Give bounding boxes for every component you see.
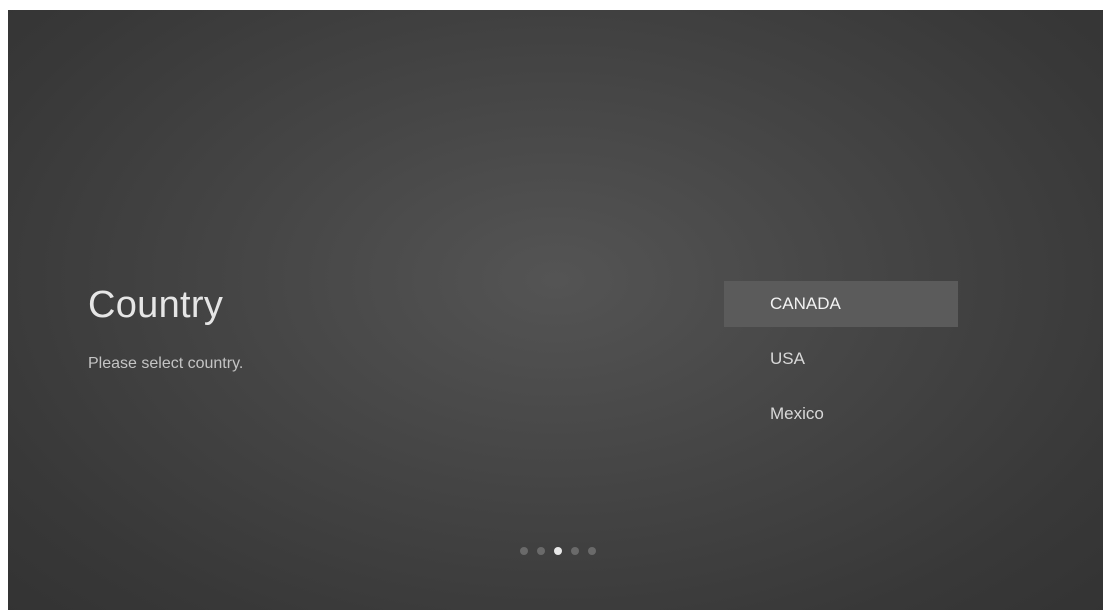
- page-title: Country: [88, 284, 224, 326]
- country-option-canada[interactable]: CANADA: [724, 281, 958, 327]
- step-dot-1: [520, 547, 528, 555]
- step-indicator: [520, 546, 596, 556]
- country-list: CANADA USA Mexico: [724, 281, 958, 446]
- country-option-mexico[interactable]: Mexico: [724, 391, 958, 437]
- page-subtitle: Please select country.: [88, 355, 244, 372]
- tv-setup-screen: Country Please select country. CANADA US…: [8, 10, 1103, 610]
- step-dot-5: [588, 547, 596, 555]
- step-dot-2: [537, 547, 545, 555]
- step-dot-3: [554, 547, 562, 555]
- country-option-usa[interactable]: USA: [724, 336, 958, 382]
- step-dot-4: [571, 547, 579, 555]
